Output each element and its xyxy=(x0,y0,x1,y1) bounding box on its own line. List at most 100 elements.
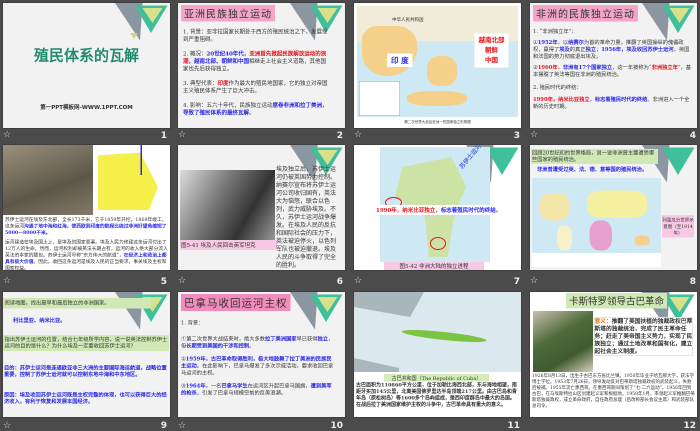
slide-number: 3 xyxy=(513,131,520,141)
slide-thumbnail-6[interactable]: 图5-41 埃及人民回击英军坦克 埃及独立后，苏伊士运河仍被英国势力控制。纳赛尔… xyxy=(178,145,345,270)
suez-canal-photo xyxy=(3,145,93,215)
slide-body: 1. 背景： ①第二次世界大战结束时，绝大多数拉丁美洲国家早已获得独立，但长期受… xyxy=(181,320,336,397)
text-segment: 的真正 xyxy=(569,46,586,53)
slide-thumbnail-3[interactable]: 中华人民共和国 印 度 越南北部 朝鲜 中国 第二次世界大战后亚洲一些国家独立形… xyxy=(354,3,521,128)
text-segment: 在运河区升起巴拿马国旗， xyxy=(247,383,311,389)
text-segment: 早已获得 xyxy=(296,336,318,342)
slide-number: 8 xyxy=(689,277,696,287)
significance-text: 意义：推翻了美国扶植的独裁政权巴蒂斯塔的独裁统治，完成了民主革命任务；赶走了美帝… xyxy=(594,317,693,356)
namibia-banner: 1990年，纳米比亚独立，标志着殖民时代的终结。 xyxy=(374,205,504,215)
slide-heading: 卡斯特罗领导古巴革命 xyxy=(566,293,668,309)
slide-number: 4 xyxy=(689,131,696,141)
bullet-item: 1990年，纳米比亚独立，标志着殖民时代的终结。非洲进入一个全新的历史时期。 xyxy=(533,96,692,110)
star-icon[interactable]: ☆ xyxy=(354,276,362,286)
bullet-item: 1. “非洲独立年”： xyxy=(533,28,692,35)
slide-thumbnail-1[interactable]: 殖民体系的瓦解 第一PPT模板网-WWW.1PPT.COM xyxy=(3,3,170,128)
slide-heading: 巴拿马收回运河主权 xyxy=(181,294,291,311)
text-segment: 长期受到美国的干涉和控制 xyxy=(186,343,250,349)
slide-body: 埃及独立后，苏伊士运河仍被英国势力控制。纳赛尔宣布将苏伊士运河公司收归国有，英法… xyxy=(276,165,337,269)
answer-1: 利比里亚、纳米比亚。 xyxy=(13,317,66,324)
slide-thumbnail-7[interactable]: 苏伊士运河 1990年，纳米比亚独立，标志着殖民时代的终结。 图5-42 非洲大… xyxy=(354,145,521,270)
slide-thumbnail-10[interactable]: 巴拿马收回运河主权 1. 背景： ①第二次世界大战结束时，绝大多数拉丁美洲国家早… xyxy=(178,292,345,417)
cuba-island xyxy=(401,327,487,345)
text-segment: 2. 殖民时代的终结： xyxy=(533,84,582,91)
text-segment: ，越南北部、朝鲜和中国 xyxy=(188,58,250,65)
slide-thumbnail-8[interactable]: 回顾20世纪初的世界格局，说一说非洲曾主要遭受哪些国家的殖民统治。 非洲曾遭受过… xyxy=(530,145,697,270)
map-legend xyxy=(359,81,400,116)
slide-thumbnail-5[interactable]: 苏伊士运河在埃及东北部，全长173千米，它于1859年开挖，1869年竣工。这条… xyxy=(3,145,170,270)
map-caption: 古巴共和国（The Republic of Cuba） xyxy=(384,374,489,382)
slide-thumbnail-12[interactable]: 卡斯特罗领导古巴革命 意义：推翻了美国扶植的独裁政权巴蒂斯塔的独裁统治，完成了民… xyxy=(530,292,697,417)
star-icon[interactable]: ☆ xyxy=(354,130,362,140)
star-icon[interactable]: ☆ xyxy=(178,276,186,286)
text-segment: ，以 xyxy=(557,39,569,46)
text-segment: 4. 影响：五六十年代，民族独立运动 xyxy=(183,102,273,109)
map-label: 列强瓜分世界示意图（至1914年） xyxy=(662,215,694,238)
star-icon[interactable]: ☆ xyxy=(3,276,11,286)
text-segment: 埃及 xyxy=(559,46,570,53)
slide-thumbnail-9[interactable]: 阅读地图，找出最早和最后独立的非洲国家。 利比里亚、纳米比亚。 指出苏伊士运河的… xyxy=(3,292,170,417)
world-map xyxy=(532,178,661,267)
star-icon[interactable]: ☆ xyxy=(178,421,186,431)
text-segment: 非洲有17个国家独立 xyxy=(562,64,613,71)
text-segment: 印度 xyxy=(217,80,229,87)
suez-canal-label: 苏伊士运河 xyxy=(457,145,483,171)
slide-number: 6 xyxy=(336,277,343,287)
text-segment: 1964年 xyxy=(185,383,206,389)
bullet-item: ②1960年，非洲有17个国家独立，这一年被称为“非洲独立年”，基本摆脱了英法等… xyxy=(533,64,692,78)
bullet-item: 3. 典型代表：印度作为最大的殖民地国家，它的独立对帝国主义殖民体系产生了巨大冲… xyxy=(183,80,328,95)
slide-thumbnail-11[interactable]: 古巴共和国（The Republic of Cuba） 古巴面积为110860平… xyxy=(354,292,521,417)
label-china: 中国 xyxy=(485,56,499,65)
slide-number: 5 xyxy=(160,277,167,287)
bullet-item: 4. 影响：五六十年代，民族独立运动席卷非洲和拉丁美洲，导致了殖民体系的最终瓦解… xyxy=(183,102,328,117)
slide-number: 10 xyxy=(330,421,343,431)
text-segment: 20世纪40年代， xyxy=(206,50,250,58)
map-caption: 第二次世界大战后亚洲一些国家独立形势图 xyxy=(404,120,471,124)
star-icon[interactable]: ☆ xyxy=(3,130,11,140)
slide-heading: 亚洲民族独立运动 xyxy=(181,5,275,22)
bullet-item: ①第二次世界大战结束时，绝大多数拉丁美洲国家早已获得独立，但长期受到美国的干涉和… xyxy=(181,336,336,350)
star-icon[interactable]: ☆ xyxy=(530,130,538,140)
text-segment: 独立 xyxy=(585,46,597,53)
text-segment: 非洲独立年 xyxy=(651,64,678,71)
namibia-circle xyxy=(430,237,446,250)
label-vietnam: 越南北部 xyxy=(478,36,505,45)
label-independent-countries: 越南北部 朝鲜 中国 xyxy=(474,33,509,68)
slide-number: 2 xyxy=(336,131,343,141)
question-1: 阅读地图，找出最早和最后独立的非洲国家。 xyxy=(3,298,151,309)
star-icon[interactable]: ☆ xyxy=(3,421,11,431)
star-icon[interactable]: ☆ xyxy=(178,130,186,140)
paragraph: 苏伊士运河在埃及东北部，全长173千米，它于1859年开挖，1869年竣工。这条… xyxy=(5,217,168,237)
bullet-item: 1. 背景：亚非拉国家长期处于西方的殖民统治之下，发展受到严重阻碍。 xyxy=(183,28,328,43)
bullet-item: ①1952年，以纳赛尔为首的革命力量，推翻了英国操纵的傀儡政权，赢得了埃及的真正… xyxy=(533,39,692,60)
text-segment: 1. “非洲独立年”： xyxy=(533,28,577,35)
answer-purpose: 目的：苏伊士运河是连通欧亚非三大洲的主要国际海运航道，战略位置重要，控制了苏伊士… xyxy=(4,365,167,378)
text-segment: 拉丁美洲国家 xyxy=(265,336,297,342)
text-segment: 。在此影响下，巴拿马爆发了多次示威活动，要求收回巴拿马运河的主权。 xyxy=(181,363,334,376)
text-segment: ，引发了巴拿马规模空前的反美浪潮。 xyxy=(196,390,286,396)
map-label-china: 中华人民共和国 xyxy=(392,17,424,23)
slide-number: 7 xyxy=(513,277,520,287)
presentation-subtitle: 第一PPT模板网-WWW.1PPT.COM xyxy=(40,104,133,111)
asia-map: 中华人民共和国 印 度 越南北部 朝鲜 中国 xyxy=(357,6,518,117)
text-segment: 标志着殖民时代的终结 xyxy=(440,207,496,214)
cuba-map xyxy=(354,292,521,372)
text-segment: ，一名 xyxy=(205,383,222,389)
text-segment: 。 xyxy=(249,343,255,349)
slide-thumbnail-4[interactable]: 非洲的民族独立运动 1. “非洲独立年”： ①1952年，以纳赛尔为首的革命力量… xyxy=(530,3,697,128)
slide-heading: 非洲的民族独立运动 xyxy=(533,5,638,22)
corner-decoration-icon xyxy=(115,3,168,41)
text-segment: 3. 典型代表： xyxy=(183,80,218,87)
text-segment: 标志着殖民时代的终结 xyxy=(594,96,648,103)
label-korea: 朝鲜 xyxy=(485,46,499,55)
bullet-item: ③1964年，一名巴拿马学生在运河区升起巴拿马国旗，遭到美军的枪杀，引发了巴拿马… xyxy=(181,383,336,397)
slide-number: 1 xyxy=(160,131,167,141)
star-icon[interactable]: ☆ xyxy=(530,276,538,286)
slide-thumbnail-2[interactable]: 亚洲民族独立运动 1. 背景：亚非拉国家长期处于西方的殖民统治之下，发展受到严重… xyxy=(178,3,345,128)
slide-number: 12 xyxy=(683,421,696,431)
bullet-item: 2. 概况：20世纪40年代，亚洲首先掀起民族解放运动的浪潮，越南北部、朝鲜和中… xyxy=(183,50,328,73)
answer-text: 非洲曾遭受过英、法、德、意等国的殖民统治。 xyxy=(537,166,648,173)
presentation-title: 殖民体系的瓦解 xyxy=(34,47,139,65)
slide-body: 古巴面积为110860平方公里，位于加勒比海西北部，东与海地相望，南距牙买加14… xyxy=(356,382,517,408)
bullet-item: ②1959年，古巴革命取得胜利，极大地鼓舞了拉丁美洲的民族民主运动。在此影响下，… xyxy=(181,356,336,377)
